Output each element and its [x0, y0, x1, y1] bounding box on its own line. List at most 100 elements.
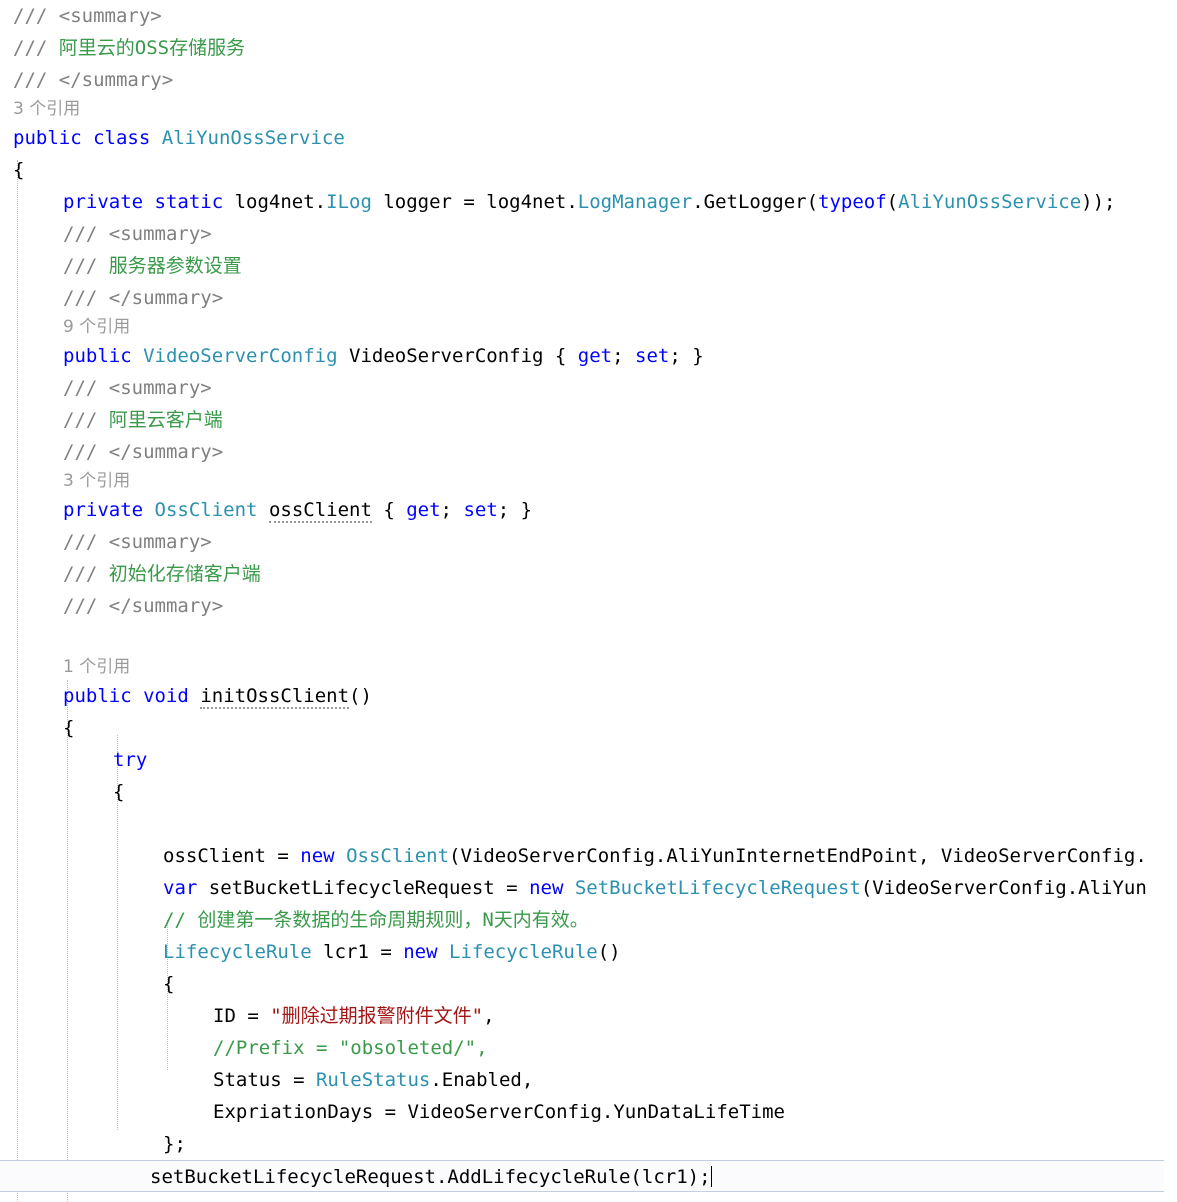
code-token-cmt: ///	[13, 69, 48, 91]
code-line[interactable]: /// </summary>	[0, 64, 1177, 96]
code-token-doc: 阿里云的OSS存储服务	[58, 37, 246, 59]
code-line[interactable]: /// 阿里云的OSS存储服务	[0, 32, 1177, 64]
code-line[interactable]: ID = "删除过期报警附件文件",	[0, 1000, 1177, 1032]
code-token-plain: {	[163, 973, 175, 995]
text-caret	[710, 1166, 712, 1187]
code-token-kw: class	[93, 127, 151, 149]
code-token-plain: lcr1 =	[311, 941, 404, 963]
code-token-type: LifecycleRule	[449, 941, 598, 963]
code-line[interactable]: // 创建第一条数据的生命周期规则，N天内有效。	[0, 904, 1177, 936]
code-line[interactable]	[0, 1192, 1177, 1202]
code-line[interactable]: /// <summary>	[0, 0, 1177, 32]
code-token-cmt: <summary>	[108, 377, 212, 399]
code-line[interactable]: {	[0, 968, 1177, 1000]
code-line[interactable]: public VideoServerConfig VideoServerConf…	[0, 340, 1177, 372]
code-line[interactable]: /// 阿里云客户端	[0, 404, 1177, 436]
code-line[interactable]: /// 初始化存储客户端	[0, 558, 1177, 590]
code-token-plain: (VideoServerConfig.AliYunInternetEndPoin…	[449, 845, 1147, 867]
code-line[interactable]: {	[0, 154, 1177, 186]
code-token-plain: (	[886, 191, 899, 213]
codelens-reference-count[interactable]: 3 个引用	[0, 468, 1177, 494]
code-line[interactable]: /// <summary>	[0, 526, 1177, 558]
code-token-kw: private	[63, 499, 144, 521]
code-line[interactable]: private static log4net.ILog logger = log…	[0, 186, 1177, 218]
code-line[interactable]: try	[0, 744, 1177, 776]
code-line[interactable]: Status = RuleStatus.Enabled,	[0, 1064, 1177, 1096]
codelens-reference-count[interactable]: 3 个引用	[0, 96, 1177, 122]
code-token-cmt: ///	[63, 255, 98, 277]
code-token-kw: get	[577, 345, 613, 367]
code-token-plain: ; }	[669, 345, 704, 367]
code-token-kw: var	[163, 877, 198, 899]
code-line[interactable]: /// </summary>	[0, 436, 1177, 468]
code-line[interactable]: var setBucketLifecycleRequest = new SetB…	[0, 872, 1177, 904]
code-token-cmt: ///	[63, 409, 98, 431]
code-token-cmt: </summary>	[108, 441, 224, 463]
codelens-reference-count[interactable]: 9 个引用	[0, 314, 1177, 340]
code-token-plain: {	[63, 717, 75, 739]
code-token-plain: ;	[440, 499, 464, 521]
code-token-plain: {	[371, 499, 407, 521]
code-token-kw: private	[63, 191, 144, 213]
code-token-plain: ;	[612, 345, 635, 367]
code-line[interactable]: {	[0, 712, 1177, 744]
code-line[interactable]: LifecycleRule lcr1 = new LifecycleRule()	[0, 936, 1177, 968]
code-line[interactable]: ossClient = new OssClient(VideoServerCon…	[0, 840, 1177, 872]
code-line[interactable]: /// <summary>	[0, 372, 1177, 404]
code-token-plain: {	[13, 159, 25, 181]
code-editor[interactable]: /// <summary>/// 阿里云的OSS存储服务/// </summar…	[0, 0, 1177, 1202]
code-line[interactable]: /// 服务器参数设置	[0, 250, 1177, 282]
code-line[interactable]: ExpriationDays = VideoServerConfig.YunDa…	[0, 1096, 1177, 1128]
code-token-cmt-g: // 创建第一条数据的生命周期规则，N天内有效。	[163, 909, 589, 931]
code-token-cmt: </summary>	[108, 287, 224, 309]
code-line[interactable]	[0, 808, 1177, 840]
code-text-area[interactable]: /// <summary>/// 阿里云的OSS存储服务/// </summar…	[0, 0, 1177, 1202]
code-token-plain: logger = log4net.	[371, 191, 578, 213]
code-token-kw: public	[63, 345, 132, 367]
code-token-plain: ossClient =	[163, 845, 301, 867]
code-token-type: OssClient	[346, 845, 450, 867]
code-token-plain: .GetLogger(	[692, 191, 819, 213]
code-line[interactable]	[0, 622, 1177, 654]
code-token-cmt: ///	[63, 377, 98, 399]
code-token-kw: set	[635, 345, 670, 367]
code-token-plain: (VideoServerConfig.AliYun	[860, 877, 1147, 899]
code-line-current[interactable]: setBucketLifecycleRequest.AddLifecycleRu…	[0, 1160, 1164, 1192]
code-line[interactable]: private OssClient ossClient { get; set; …	[0, 494, 1177, 526]
code-token-cmt: ///	[63, 287, 98, 309]
code-line[interactable]: //Prefix = "obsoleted/",	[0, 1032, 1177, 1064]
codelens-reference-count[interactable]: 1 个引用	[0, 654, 1177, 680]
code-token-type: AliYunOssService	[898, 191, 1082, 213]
code-line[interactable]: public class AliYunOssService	[0, 122, 1177, 154]
code-line[interactable]: /// <summary>	[0, 218, 1177, 250]
code-line[interactable]: /// </summary>	[0, 282, 1177, 314]
code-token-plain: .Enabled,	[430, 1069, 534, 1091]
code-line[interactable]: {	[0, 776, 1177, 808]
code-token-doc: 服务器参数设置	[108, 255, 242, 277]
code-token-type: RuleStatus	[315, 1069, 431, 1091]
code-token-kw: typeof	[818, 191, 887, 213]
code-line[interactable]: public void initOssClient()	[0, 680, 1177, 712]
code-line[interactable]: };	[0, 1128, 1177, 1160]
code-token-cmt: </summary>	[58, 69, 174, 91]
code-line[interactable]: /// </summary>	[0, 590, 1177, 622]
